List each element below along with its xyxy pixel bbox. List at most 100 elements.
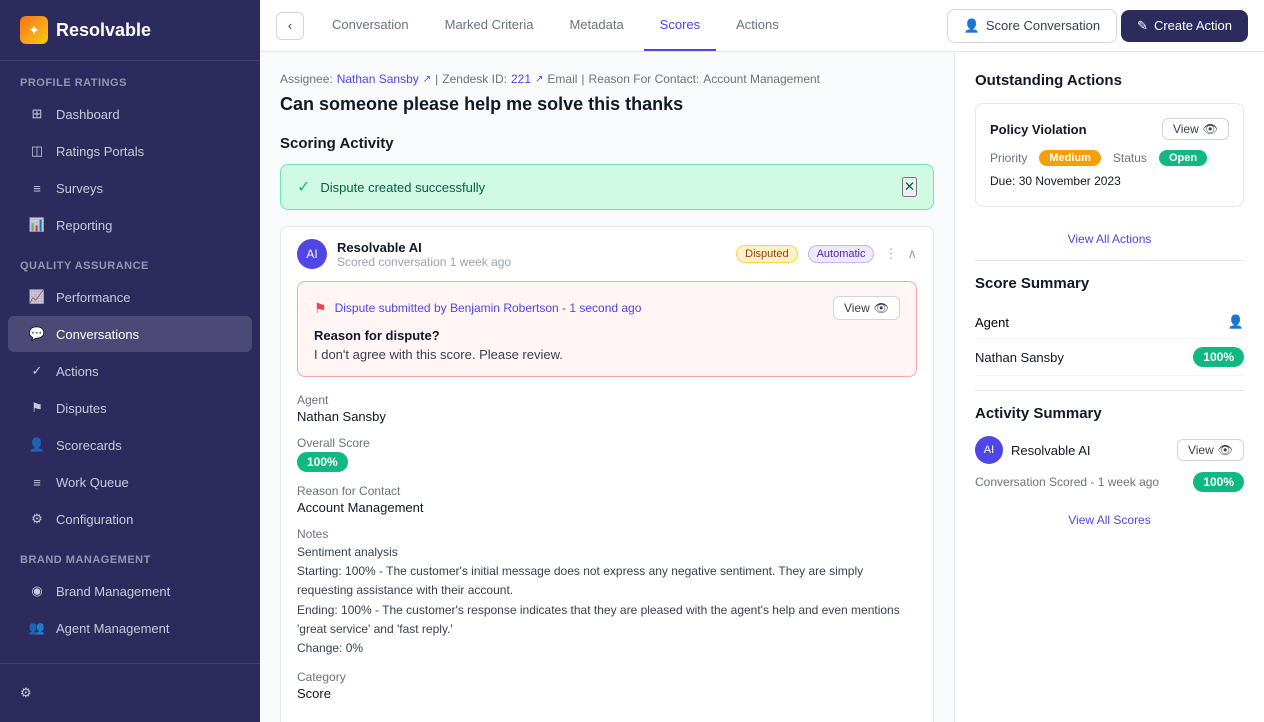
view-all-actions-link[interactable]: View All Actions (975, 223, 1244, 246)
sidebar-item-label: Dashboard (56, 107, 120, 122)
action-card-title: Policy Violation View 👁 (990, 118, 1229, 140)
category-stub-label: Category (297, 670, 917, 684)
sidebar-item-dashboard[interactable]: ⊞ Dashboard (8, 96, 252, 132)
priority-row: Priority Medium Status Open (990, 150, 1229, 166)
sidebar-item-conversations[interactable]: 💬 Conversations (8, 316, 252, 352)
sidebar-gear-button[interactable]: ⚙ (8, 676, 252, 710)
score-row-header: AI Resolvable AI Scored conversation 1 w… (281, 227, 933, 281)
scorecards-icon: 👤 (28, 436, 46, 454)
status-badge: Open (1159, 150, 1207, 166)
ratings-portals-icon: ◫ (28, 142, 46, 160)
tab-conversation[interactable]: Conversation (316, 0, 425, 51)
activity-row: AI Resolvable AI View 👁 (975, 436, 1244, 464)
reason-contact-detail-label: Reason for Contact (297, 484, 917, 498)
tab-metadata[interactable]: Metadata (553, 0, 639, 51)
score-conversation-button[interactable]: 👤 Score Conversation (947, 9, 1117, 43)
scorer-avatar: AI (297, 239, 327, 269)
notes-label: Notes (297, 527, 917, 541)
zendesk-label: Zendesk ID: (442, 72, 507, 86)
logo-icon: ✦ (20, 16, 48, 44)
agent-management-icon: 👥 (28, 619, 46, 637)
scorer-time: Scored conversation 1 week ago (337, 255, 511, 269)
create-action-icon: ✎ (1137, 18, 1148, 34)
notes-detail-row: Notes Sentiment analysis Starting: 100% … (297, 527, 917, 658)
dots-menu-button[interactable]: ⋮ (884, 246, 897, 262)
due-value: 30 November 2023 (1019, 174, 1121, 188)
agent-detail-row: Agent Nathan Sansby (297, 393, 917, 424)
assignee-label: Assignee: (280, 72, 333, 86)
sidebar-item-disputes[interactable]: ⚑ Disputes (8, 390, 252, 426)
tab-actions[interactable]: Actions (720, 0, 795, 51)
reason-label: Reason For Contact: (589, 72, 700, 86)
activity-detail-row: Conversation Scored - 1 week ago 100% (975, 472, 1244, 492)
outstanding-action-card: Policy Violation View 👁 Priority Medium … (975, 103, 1244, 207)
outstanding-action-view-button[interactable]: View 👁 (1162, 118, 1229, 140)
configuration-icon: ⚙ (28, 510, 46, 528)
activity-view-button[interactable]: View 👁 (1177, 439, 1244, 461)
eye-icon-activity: 👁 (1218, 443, 1233, 457)
channel: Email (547, 72, 577, 86)
sidebar-item-label: Performance (56, 290, 130, 305)
eye-icon-action: 👁 (1203, 122, 1218, 136)
sidebar-item-scorecards[interactable]: 👤 Scorecards (8, 427, 252, 463)
scorer-info: Resolvable AI Scored conversation 1 week… (337, 240, 511, 269)
outstanding-actions-title: Outstanding Actions (975, 72, 1244, 89)
badge-disputed: Disputed (736, 245, 797, 263)
sidebar-item-reporting[interactable]: 📊 Reporting (8, 207, 252, 243)
activity-summary-title: Activity Summary (975, 405, 1244, 422)
back-button[interactable]: ‹ (276, 12, 304, 40)
activity-score-badge: 100% (1193, 472, 1244, 492)
badge-automatic: Automatic (808, 245, 875, 263)
dispute-header: ⚑ Dispute submitted by Benjamin Robertso… (314, 296, 900, 320)
sidebar-item-agent-management[interactable]: 👥 Agent Management (8, 610, 252, 646)
sidebar-item-performance[interactable]: 📈 Performance (8, 279, 252, 315)
assignee-link[interactable]: Nathan Sansby (337, 72, 419, 86)
sidebar-item-surveys[interactable]: ≡ Surveys (8, 170, 252, 206)
sidebar-item-brand-management[interactable]: ◉ Brand Management (8, 573, 252, 609)
conversations-icon: 💬 (28, 325, 46, 343)
sidebar-section-qa: Quality Assurance 📈 Performance 💬 Conver… (0, 244, 260, 538)
work-queue-icon: ≡ (28, 473, 46, 491)
sidebar-item-label: Configuration (56, 512, 133, 527)
dispute-reason-text: I don't agree with this score. Please re… (314, 347, 900, 362)
sidebar-item-configuration[interactable]: ⚙ Configuration (8, 501, 252, 537)
score-details: Agent Nathan Sansby Overall Score 100% R… (281, 393, 933, 722)
performance-icon: 📈 (28, 288, 46, 306)
sidebar-section-brand: Brand Management ◉ Brand Management 👥 Ag… (0, 538, 260, 647)
zendesk-link[interactable]: 221 (511, 72, 531, 86)
external-link-icon-zendesk: ↗ (535, 74, 543, 85)
success-banner-text: Dispute created successfully (320, 180, 485, 195)
score-summary-agent-name: Nathan Sansby (975, 350, 1064, 365)
score-summary-agent-row: Nathan Sansby 100% (975, 339, 1244, 376)
surveys-icon: ≡ (28, 179, 46, 197)
eye-icon: 👁 (874, 301, 889, 315)
dispute-flag-icon: ⚑ (314, 300, 327, 317)
conversation-info-row: Assignee: Nathan Sansby ↗ | Zendesk ID: … (280, 72, 934, 86)
notes-text: Sentiment analysis Starting: 100% - The … (297, 543, 917, 658)
sidebar-item-label: Scorecards (56, 438, 122, 453)
sidebar: ✦ Resolvable Profile Ratings ⊞ Dashboard… (0, 0, 260, 722)
dispute-view-button[interactable]: View 👁 (833, 296, 900, 320)
tab-marked-criteria[interactable]: Marked Criteria (429, 0, 550, 51)
sidebar-item-ratings-portals[interactable]: ◫ Ratings Portals (8, 133, 252, 169)
priority-label: Priority (990, 151, 1027, 165)
brand-management-icon: ◉ (28, 582, 46, 600)
sidebar-item-actions[interactable]: ✓ Actions (8, 353, 252, 389)
external-link-icon-assignee: ↗ (423, 74, 431, 85)
chevron-up-icon[interactable]: ∧ (907, 246, 917, 262)
sidebar-item-label: Reporting (56, 218, 112, 233)
view-all-scores-link[interactable]: View All Scores (975, 504, 1244, 527)
create-action-button[interactable]: ✎ Create Action (1121, 10, 1248, 42)
tab-scores[interactable]: Scores (644, 0, 716, 51)
actions-icon: ✓ (28, 362, 46, 380)
priority-badge: Medium (1039, 150, 1101, 166)
sidebar-item-work-queue[interactable]: ≡ Work Queue (8, 464, 252, 500)
sidebar-item-label: Actions (56, 364, 99, 379)
success-banner-close[interactable]: ✕ (902, 177, 917, 197)
category-stub-value: Score (297, 686, 917, 701)
success-banner: ✓ Dispute created successfully ✕ (280, 164, 934, 210)
gear-icon: ⚙ (20, 685, 32, 701)
sidebar-bottom: ⚙ (0, 663, 260, 722)
conversation-title: Can someone please help me solve this th… (280, 94, 934, 115)
agent-detail-label: Agent (297, 393, 917, 407)
